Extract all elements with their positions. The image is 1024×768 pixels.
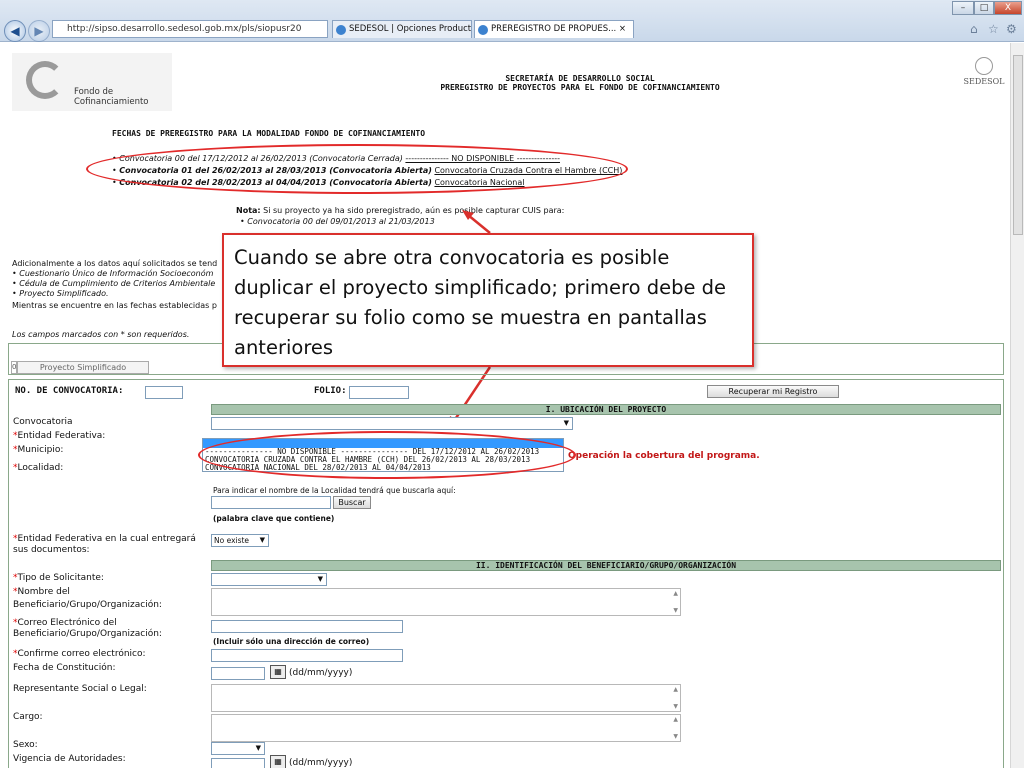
list-item: • Cuestionario Único de Información Soci…: [12, 269, 214, 278]
minimize-button[interactable]: –: [952, 1, 974, 15]
sexo-label: Sexo:: [13, 740, 38, 750]
page-title: SECRETARÍA DE DESARROLLO SOCIAL: [505, 74, 655, 83]
sexo-select[interactable]: ▼: [211, 742, 265, 755]
recuperar-button[interactable]: Recuperar mi Registro: [707, 385, 839, 398]
date-format: (dd/mm/yyyy): [289, 758, 353, 768]
address-text: http://sipso.desarrollo.sedesol.gob.mx/p…: [67, 24, 302, 34]
favorites-icon[interactable]: ☆: [988, 22, 999, 36]
tab-label: PREREGISTRO DE PROPUES... ×: [491, 24, 627, 34]
logo-text-1: Fondo de: [74, 87, 114, 97]
close-button[interactable]: X: [994, 1, 1022, 15]
fecha-constitucion-label: Fecha de Constitución:: [13, 663, 116, 673]
ie-icon: [336, 25, 346, 35]
calendar-icon[interactable]: ▦: [270, 755, 286, 768]
side-intro: Adicionalmente a los datos aquí solicita…: [12, 259, 218, 268]
tipo-solicitante-label: *Tipo de Solicitante:: [13, 573, 104, 583]
gear-icon[interactable]: ⚙: [1006, 22, 1017, 36]
nota-item: • Convocatoria 00 del 09/01/2013 al 21/0…: [240, 217, 435, 226]
localidad-label: *Localidad:: [13, 463, 64, 473]
highlight-ellipse: [86, 144, 628, 194]
sedesol-logo: SEDESOL: [962, 57, 1006, 86]
arrow-up: [467, 214, 491, 234]
fondo-logo: Fondo de Cofinanciamiento: [12, 53, 172, 111]
vigencia-input[interactable]: [211, 758, 265, 768]
scroll-down-icon[interactable]: ▼: [673, 607, 678, 614]
scroll-down-icon[interactable]: ▼: [673, 733, 678, 740]
warning-text: Operación la cobertura del programa.: [568, 451, 760, 461]
municipio-label: *Municipio:: [13, 445, 64, 455]
nota: Nota: Si su proyecto ya ha sido preregis…: [236, 206, 565, 215]
buscar-button[interactable]: Buscar: [333, 496, 371, 509]
nombre-textarea[interactable]: ▲ ▼: [211, 588, 681, 616]
scroll-down-icon[interactable]: ▼: [673, 703, 678, 710]
required-note: Los campos marcados con * son requeridos…: [12, 330, 190, 339]
date-format: (dd/mm/yyyy): [289, 668, 353, 678]
convocatoria-label: Convocatoria: [13, 417, 73, 427]
cargo-label: Cargo:: [13, 712, 43, 722]
scroll-up-icon[interactable]: ▲: [673, 686, 678, 693]
side-footer: Mientras se encuentre en las fechas esta…: [12, 301, 217, 310]
cargo-textarea[interactable]: ▲ ▼: [211, 714, 681, 742]
folio-label: FOLIO:: [314, 386, 347, 396]
fechas-title: FECHAS DE PREREGISTRO PARA LA MODALIDAD …: [112, 129, 426, 138]
vigencia-label: Vigencia de Autoridades:: [13, 754, 126, 764]
page-subtitle: PREREGISTRO DE PROYECTOS PARA EL FONDO D…: [440, 83, 720, 92]
fecha-constitucion-input[interactable]: [211, 667, 265, 680]
chevron-down-icon: ▼: [259, 536, 265, 544]
section-identificacion: II. IDENTIFICACIÓN DEL BENEFICIARIO/GRUP…: [211, 560, 1001, 571]
convocatoria-select[interactable]: ▼: [211, 417, 573, 430]
ie-icon: [478, 25, 488, 35]
scroll-thumb[interactable]: [1013, 55, 1023, 235]
correo-label: *Correo Electrónico del: [13, 618, 117, 628]
entidad-entrega-select[interactable]: No existe ▼: [211, 534, 269, 547]
entidad-entrega-label-2: sus documentos:: [13, 545, 90, 555]
representante-textarea[interactable]: ▲ ▼: [211, 684, 681, 712]
confirme-label: *Confirme correo electrónico:: [13, 649, 146, 659]
correo-input[interactable]: [211, 620, 403, 633]
tab-preregistro[interactable]: PREREGISTRO DE PROPUES... ×: [474, 20, 634, 38]
section-ubicacion: I. UBICACIÓN DEL PROYECTO: [211, 404, 1001, 415]
seal-icon: [975, 57, 993, 75]
scroll-up-icon[interactable]: ▲: [673, 716, 678, 723]
localidad-input[interactable]: [211, 496, 331, 509]
tab-label: SEDESOL | Opciones Productivas: [349, 24, 472, 34]
chevron-down-icon: ▼: [317, 575, 323, 583]
scroll-up-icon[interactable]: ▲: [673, 590, 678, 597]
logo-circle-icon: [26, 61, 64, 99]
list-item: • Proyecto Simplificado.: [12, 289, 109, 298]
beneficiario-label-2: Beneficiario/Grupo/Organización:: [13, 629, 162, 639]
proyecto-simplificado-button[interactable]: Proyecto Simplificado: [17, 361, 149, 374]
chevron-down-icon: ▼: [255, 744, 261, 752]
brand-text: SEDESOL: [963, 77, 1005, 86]
tipo-solicitante-select[interactable]: ▼: [211, 573, 327, 586]
back-icon[interactable]: ◀: [4, 20, 26, 42]
incluir-correo: (Incluir sólo una dirección de correo): [213, 637, 370, 646]
page-scrollbar[interactable]: [1010, 43, 1024, 768]
callout-box: Cuando se abre otra convocatoria es posi…: [222, 233, 754, 367]
no-convocatoria-input[interactable]: [145, 386, 183, 399]
chevron-down-icon: ▼: [563, 419, 569, 427]
nombre-label: *Nombre del: [13, 587, 70, 597]
entidad-label: *Entidad Federativa:: [13, 431, 106, 441]
tab-opciones-productivas[interactable]: SEDESOL | Opciones Productivas: [332, 20, 472, 38]
browser-chrome: ◀ ▶ http://sipso.desarrollo.sedesol.gob.…: [0, 0, 1024, 42]
logo-text-2: Cofinanciamiento: [74, 97, 149, 107]
entidad-entrega-label: *Entidad Federativa en la cual entregará: [13, 534, 196, 544]
page-content: Fondo de Cofinanciamiento SECRETARÍA DE …: [0, 43, 1010, 768]
localidad-hint: Para indicar el nombre de la Localidad t…: [213, 486, 456, 495]
maximize-button[interactable]: □: [974, 1, 994, 15]
palabra-clave: (palabra clave que contiene): [213, 514, 335, 523]
highlight-ellipse: [198, 431, 576, 479]
address-bar[interactable]: http://sipso.desarrollo.sedesol.gob.mx/p…: [52, 20, 328, 38]
folio-input[interactable]: [349, 386, 409, 399]
list-item: • Cédula de Cumplimiento de Criterios Am…: [12, 279, 216, 288]
confirme-input[interactable]: [211, 649, 403, 662]
home-icon[interactable]: ⌂: [970, 22, 978, 36]
no-convocatoria-label: NO. DE CONVOCATORIA:: [15, 386, 124, 396]
calendar-icon[interactable]: ▦: [270, 665, 286, 679]
representante-label: Representante Social o Legal:: [13, 684, 147, 694]
beneficiario-label: Beneficiario/Grupo/Organización:: [13, 600, 162, 610]
forward-icon[interactable]: ▶: [28, 20, 50, 42]
